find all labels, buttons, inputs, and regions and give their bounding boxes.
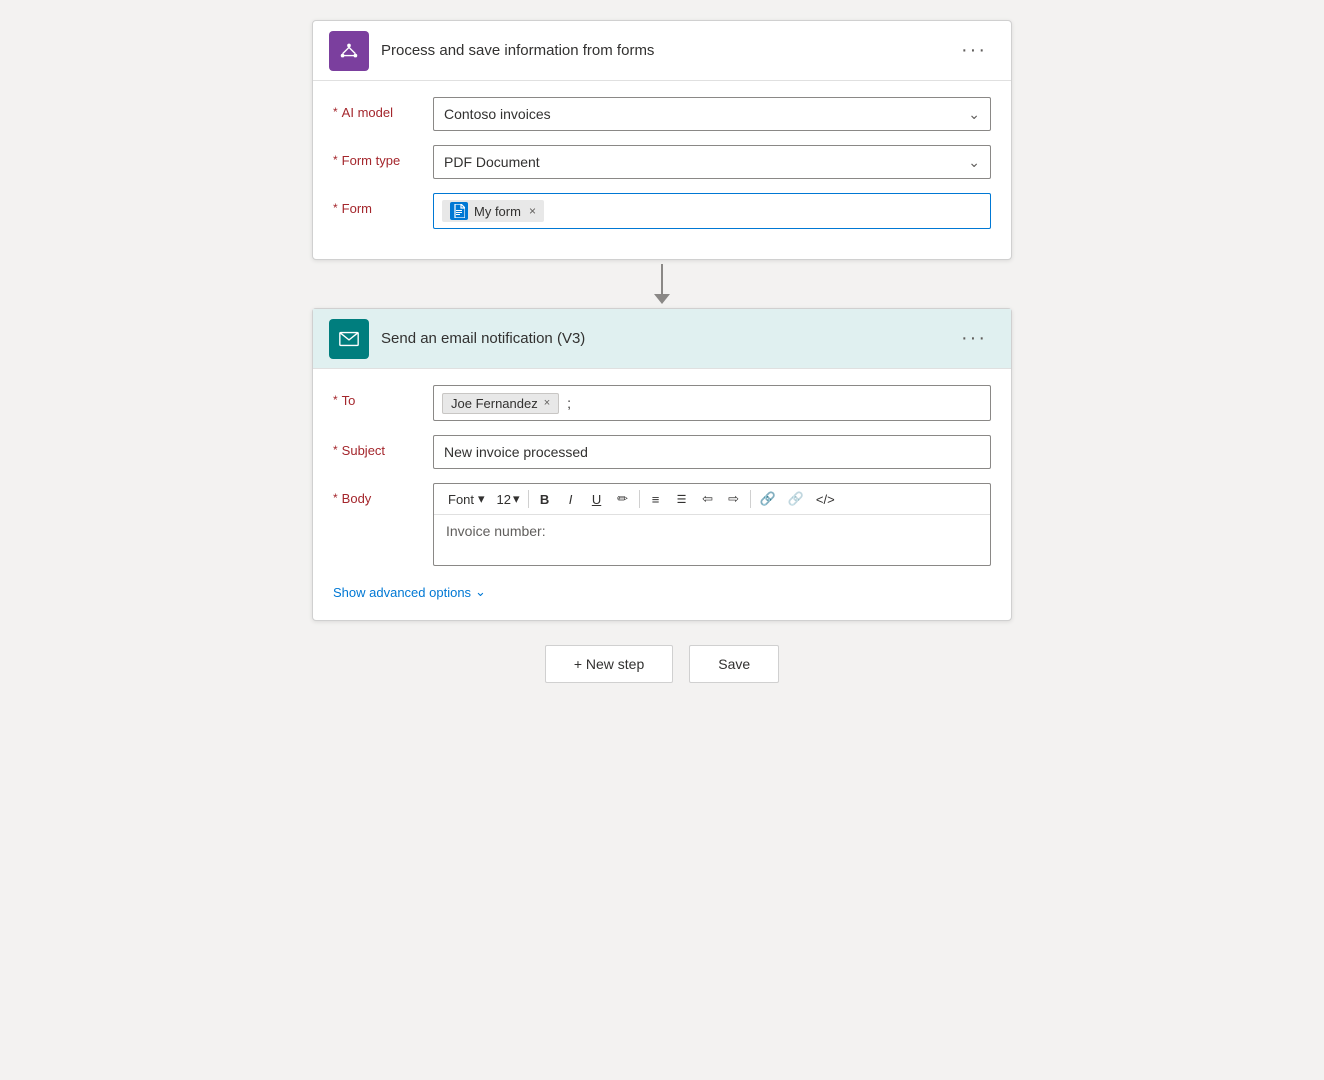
subject-label: * Subject — [333, 435, 433, 458]
font-label: Font — [448, 492, 474, 507]
step2-more-button[interactable]: ··· — [953, 323, 995, 354]
font-size-chevron-icon: ▾ — [513, 491, 520, 507]
required-star-5: * — [333, 443, 338, 457]
step2-icon — [329, 319, 369, 359]
show-advanced-chevron-icon: ⌄ — [475, 584, 486, 600]
subject-row: * Subject — [333, 435, 991, 469]
ordered-list-icon: ☰ — [677, 493, 687, 506]
bold-icon: B — [540, 492, 549, 507]
indent-increase-button[interactable]: ⇨ — [722, 488, 746, 510]
ai-model-row: * AI model Contoso invoices ⌄ — [333, 97, 991, 131]
toolbar-divider-1 — [528, 490, 529, 508]
step1-header: Process and save information from forms … — [313, 21, 1011, 81]
step2-header: Send an email notification (V3) ··· — [313, 309, 1011, 369]
toolbar-divider-3 — [750, 490, 751, 508]
to-tag-container[interactable]: Joe Fernandez × ; — [433, 385, 991, 421]
italic-button[interactable]: I — [559, 489, 583, 510]
rich-text-toolbar: Font ▾ 12 ▾ B — [434, 484, 990, 515]
underline-icon: U — [592, 492, 601, 507]
ai-model-value: Contoso invoices — [444, 106, 551, 122]
indent-decrease-button[interactable]: ⇦ — [696, 488, 720, 510]
code-button[interactable]: </> — [811, 489, 840, 510]
body-control: Font ▾ 12 ▾ B — [433, 483, 991, 566]
new-step-button[interactable]: + New step — [545, 645, 673, 683]
ai-model-control: Contoso invoices ⌄ — [433, 97, 991, 131]
unordered-list-button[interactable]: ≡ — [644, 489, 668, 510]
ai-model-label: * AI model — [333, 97, 433, 120]
form-row: * Form — [333, 193, 991, 229]
form-type-control: PDF Document ⌄ — [433, 145, 991, 179]
required-star-2: * — [333, 153, 338, 167]
toolbar-divider-2 — [639, 490, 640, 508]
body-text[interactable]: Invoice number: — [434, 515, 990, 565]
form-tag-container[interactable]: My form × — [433, 193, 991, 229]
step2-title: Send an email notification (V3) — [381, 330, 953, 347]
step2-body: * To Joe Fernandez × ; * — [313, 369, 1011, 620]
bottom-actions: + New step Save — [545, 645, 779, 683]
underline-button[interactable]: U — [585, 489, 609, 510]
ordered-list-button[interactable]: ☰ — [670, 490, 694, 509]
bold-button[interactable]: B — [533, 489, 557, 510]
to-tag-label: Joe Fernandez — [451, 396, 538, 411]
body-label: * Body — [333, 483, 433, 506]
ai-model-dropdown[interactable]: Contoso invoices ⌄ — [433, 97, 991, 131]
font-dropdown[interactable]: Font ▾ — [442, 488, 491, 510]
form-type-row: * Form type PDF Document ⌄ — [333, 145, 991, 179]
required-star-3: * — [333, 201, 338, 215]
form-type-chevron-icon: ⌄ — [968, 154, 980, 171]
ai-model-chevron-icon: ⌄ — [968, 106, 980, 123]
subject-control — [433, 435, 991, 469]
step1-more-button[interactable]: ··· — [953, 35, 995, 66]
to-tag-close-button[interactable]: × — [544, 397, 550, 409]
form-control: My form × — [433, 193, 991, 229]
connector-arrowhead — [654, 294, 670, 304]
unlink-button[interactable]: 🔗 — [783, 488, 809, 510]
to-control: Joe Fernandez × ; — [433, 385, 991, 421]
connector-arrow — [654, 264, 670, 304]
unordered-list-icon: ≡ — [652, 492, 660, 507]
step2-card: Send an email notification (V3) ··· * To… — [312, 308, 1012, 621]
code-icon: </> — [816, 492, 835, 507]
link-icon: 🔗 — [760, 491, 776, 507]
form-tag-close-button[interactable]: × — [529, 204, 536, 218]
form-tag: My form × — [442, 200, 544, 222]
show-advanced-button[interactable]: Show advanced options ⌄ — [333, 580, 486, 604]
indent-increase-icon: ⇨ — [728, 491, 739, 507]
required-star: * — [333, 105, 338, 119]
to-label: * To — [333, 385, 433, 408]
step1-body: * AI model Contoso invoices ⌄ * Form typ… — [313, 81, 1011, 259]
body-row: * Body Font ▾ 12 — [333, 483, 991, 566]
highlight-button[interactable]: ✏ — [611, 488, 635, 510]
form-type-dropdown[interactable]: PDF Document ⌄ — [433, 145, 991, 179]
step1-icon — [329, 31, 369, 71]
subject-input[interactable] — [433, 435, 991, 469]
step1-card: Process and save information from forms … — [312, 20, 1012, 260]
to-row: * To Joe Fernandez × ; — [333, 385, 991, 421]
form-type-label: * Form type — [333, 145, 433, 168]
required-star-4: * — [333, 393, 338, 407]
font-chevron-icon: ▾ — [478, 491, 485, 507]
font-size-dropdown[interactable]: 12 ▾ — [493, 488, 524, 510]
to-tag: Joe Fernandez × — [442, 393, 559, 414]
required-star-6: * — [333, 491, 338, 505]
form-label: * Form — [333, 193, 433, 216]
form-tag-icon — [450, 202, 468, 220]
form-tag-label: My form — [474, 204, 521, 219]
highlight-icon: ✏ — [617, 491, 628, 507]
unlink-icon: 🔗 — [788, 491, 804, 507]
link-button[interactable]: 🔗 — [755, 488, 781, 510]
connector-line — [661, 264, 663, 294]
save-button[interactable]: Save — [689, 645, 779, 683]
indent-decrease-icon: ⇦ — [702, 491, 713, 507]
font-size-value: 12 — [497, 492, 511, 507]
show-advanced-label: Show advanced options — [333, 585, 471, 600]
step1-title: Process and save information from forms — [381, 42, 953, 59]
form-type-value: PDF Document — [444, 154, 540, 170]
rich-text-container: Font ▾ 12 ▾ B — [433, 483, 991, 566]
to-separator: ; — [567, 395, 571, 411]
italic-icon: I — [569, 492, 573, 507]
